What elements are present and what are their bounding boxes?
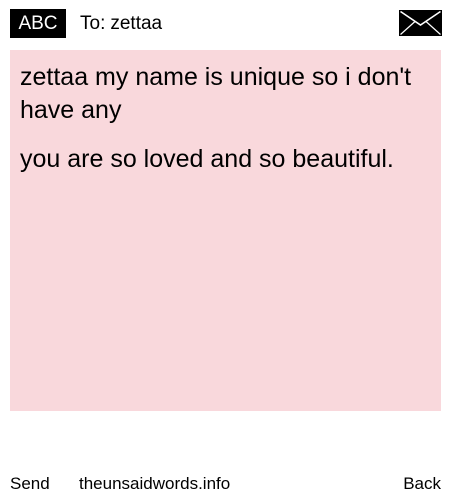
message-paragraph: zettaa my name is unique so i don't have… <box>20 63 412 124</box>
back-button[interactable]: Back <box>403 470 441 498</box>
input-mode-badge: ABC <box>10 9 66 38</box>
recipient-name: zettaa <box>110 13 163 34</box>
message-paragraph: you are so loved and so beautiful. <box>20 145 394 173</box>
send-button[interactable]: Send <box>10 470 50 498</box>
envelope-icon[interactable] <box>399 10 442 36</box>
message-body[interactable]: zettaa my name is unique so i don't have… <box>10 50 441 411</box>
site-link[interactable]: theunsaidwords.info <box>79 470 230 498</box>
to-label: To: <box>80 13 106 34</box>
recipient-line: To: zettaa <box>80 9 162 38</box>
message-footer: Send theunsaidwords.info Back <box>0 470 450 498</box>
message-header: ABC To: zettaa <box>0 0 450 46</box>
